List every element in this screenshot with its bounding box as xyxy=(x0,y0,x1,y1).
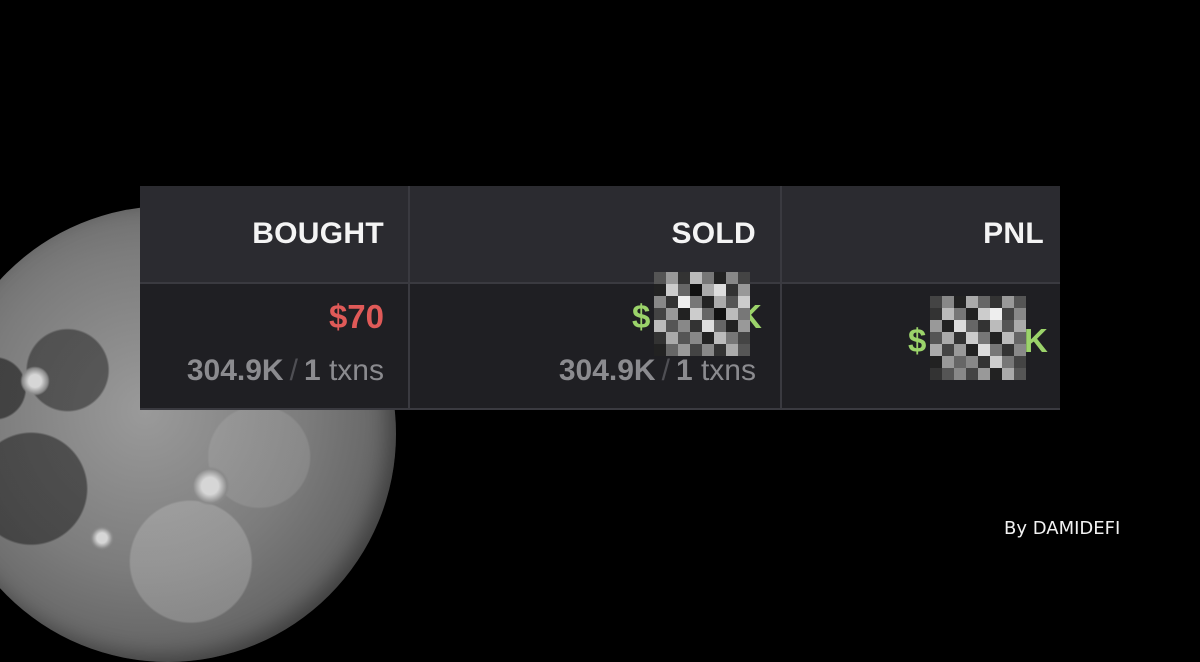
sold-txns-label: txns xyxy=(700,354,756,387)
crater xyxy=(20,366,50,396)
bought-txns-label: txns xyxy=(328,354,384,387)
header-bought: BOUGHT xyxy=(252,217,384,250)
bought-amount: 304.9K xyxy=(186,354,284,387)
trade-stats-table: BOUGHT SOLD PNL $70 304.9K/1 txns $ K 30… xyxy=(140,186,1060,410)
pnl-value-suffix: K xyxy=(1024,322,1048,359)
row-divider xyxy=(140,282,1060,284)
bought-value: $70 xyxy=(328,298,384,335)
header-sold: SOLD xyxy=(671,217,756,250)
crater xyxy=(190,466,230,506)
header-pnl: PNL xyxy=(983,217,1044,250)
author-credit: By DAMIDEFI xyxy=(1004,518,1121,539)
bought-txns-count: 1 xyxy=(303,354,321,387)
sold-amount: 304.9K xyxy=(558,354,656,387)
separator: / xyxy=(661,354,670,387)
sold-txns: 304.9K/1 txns xyxy=(410,354,756,388)
crater xyxy=(90,526,114,550)
separator: / xyxy=(289,354,298,387)
sold-txns-count: 1 xyxy=(675,354,693,387)
pixelated-redaction-pnl xyxy=(930,296,1026,380)
bought-txns: 304.9K/1 txns xyxy=(140,354,384,388)
table-bottom-border xyxy=(140,408,1060,410)
pixelated-redaction-sold xyxy=(654,272,750,356)
